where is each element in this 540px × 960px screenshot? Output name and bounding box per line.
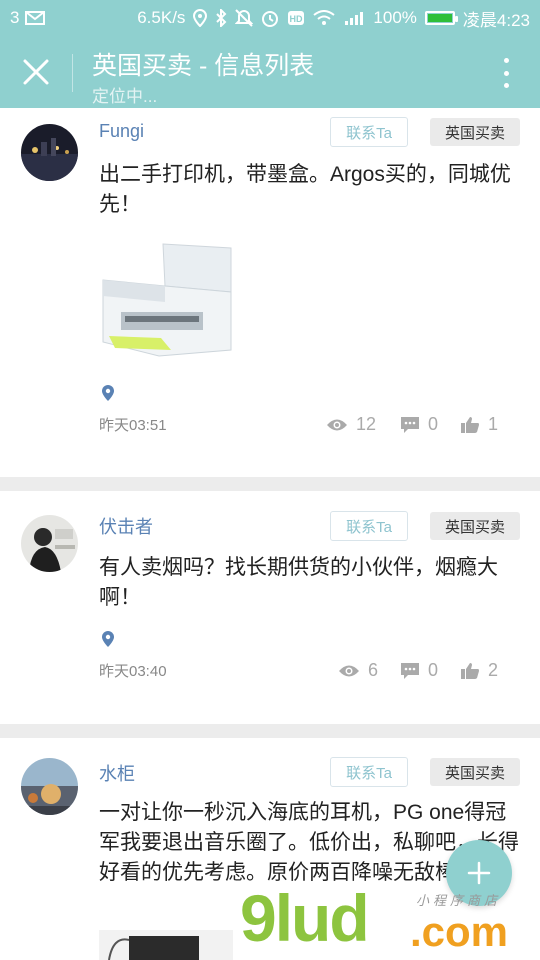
watermark-domain: .com: [410, 908, 509, 955]
avatar[interactable]: [21, 515, 78, 572]
likes-count: 1: [488, 414, 499, 434]
category-tag[interactable]: 英国买卖: [430, 512, 520, 540]
thumbs-up-icon: [461, 662, 479, 679]
close-icon[interactable]: [22, 58, 50, 86]
category-tag[interactable]: 英国买卖: [430, 758, 520, 786]
views-stat: 12: [326, 414, 376, 435]
likes-stat[interactable]: 1: [460, 414, 498, 435]
wifi-icon: [313, 10, 336, 25]
thumbs-up-icon: [461, 416, 479, 433]
post-card[interactable]: 伏击者 联系Ta 英国买卖 有人卖烟吗？找长期供货的小伙伴，烟瘾大啊！ 昨天03…: [0, 491, 540, 724]
username[interactable]: 伏击者: [99, 513, 153, 539]
bluetooth-icon: [216, 9, 227, 27]
app-bar-divider: [72, 54, 73, 92]
location-icon: [102, 385, 114, 401]
hd-icon: HD: [288, 11, 305, 25]
battery-icon: [424, 11, 458, 25]
comment-icon: [401, 416, 419, 433]
location-status: 定位中...: [92, 87, 158, 106]
plus-icon: [467, 861, 491, 885]
post-image[interactable]: [99, 240, 233, 364]
category-tag[interactable]: 英国买卖: [430, 118, 520, 146]
likes-stat[interactable]: 2: [460, 660, 498, 681]
likes-count: 2: [488, 660, 499, 680]
page-title: 英国买卖 - 信息列表: [92, 52, 315, 80]
username[interactable]: Fungi: [99, 121, 144, 142]
svg-text:HD: HD: [290, 14, 303, 24]
post-time: 昨天03:40: [99, 663, 167, 680]
post-image[interactable]: [99, 930, 233, 960]
contact-button[interactable]: 联系Ta: [330, 117, 408, 147]
avatar[interactable]: [21, 758, 78, 815]
mail-icon: [25, 11, 46, 25]
watermark-logo: 9lud: [240, 881, 370, 955]
status-bar: 3 6.5K/s HD 100% 凌晨4:23: [0, 0, 540, 36]
comments-count: 0: [428, 414, 439, 434]
post-content: 出二手打印机，带墨盒。Argos买的，同城优先！: [99, 163, 511, 216]
network-speed: 6.5K/s: [137, 8, 186, 27]
battery-percent: 100%: [373, 8, 417, 27]
sim-indicator: 3: [10, 8, 20, 27]
watermark-tagline: 小程序商店: [416, 894, 502, 909]
views-count: 6: [368, 660, 379, 680]
comments-stat[interactable]: 0: [400, 660, 438, 681]
location-icon: [102, 631, 114, 647]
post-card[interactable]: Fungi 联系Ta 英国买卖 出二手打印机，带墨盒。Argos买的，同城优先！…: [0, 108, 540, 477]
comment-icon: [401, 662, 419, 679]
contact-button[interactable]: 联系Ta: [330, 757, 408, 787]
clock: 凌晨4:23: [462, 10, 530, 30]
more-menu-icon[interactable]: [504, 58, 510, 88]
views-stat: 6: [338, 660, 378, 681]
signal-icon: [345, 12, 364, 25]
mute-icon: [235, 9, 254, 27]
contact-button[interactable]: 联系Ta: [330, 511, 408, 541]
post-content: 有人卖烟吗？找长期供货的小伙伴，烟瘾大啊！: [99, 556, 498, 609]
app-bar: 英国买卖 - 信息列表 定位中...: [0, 36, 540, 108]
post-time: 昨天03:51: [99, 417, 167, 434]
avatar[interactable]: [21, 124, 78, 181]
eye-icon: [339, 665, 359, 676]
alarm-icon: [262, 11, 279, 27]
comments-count: 0: [428, 660, 439, 680]
eye-icon: [327, 419, 347, 430]
location-pin-icon: [193, 9, 208, 27]
views-count: 12: [356, 414, 377, 434]
username[interactable]: 水柜: [99, 760, 135, 786]
comments-stat[interactable]: 0: [400, 414, 438, 435]
watermark: 9lud .com 小程序商店: [240, 881, 540, 960]
